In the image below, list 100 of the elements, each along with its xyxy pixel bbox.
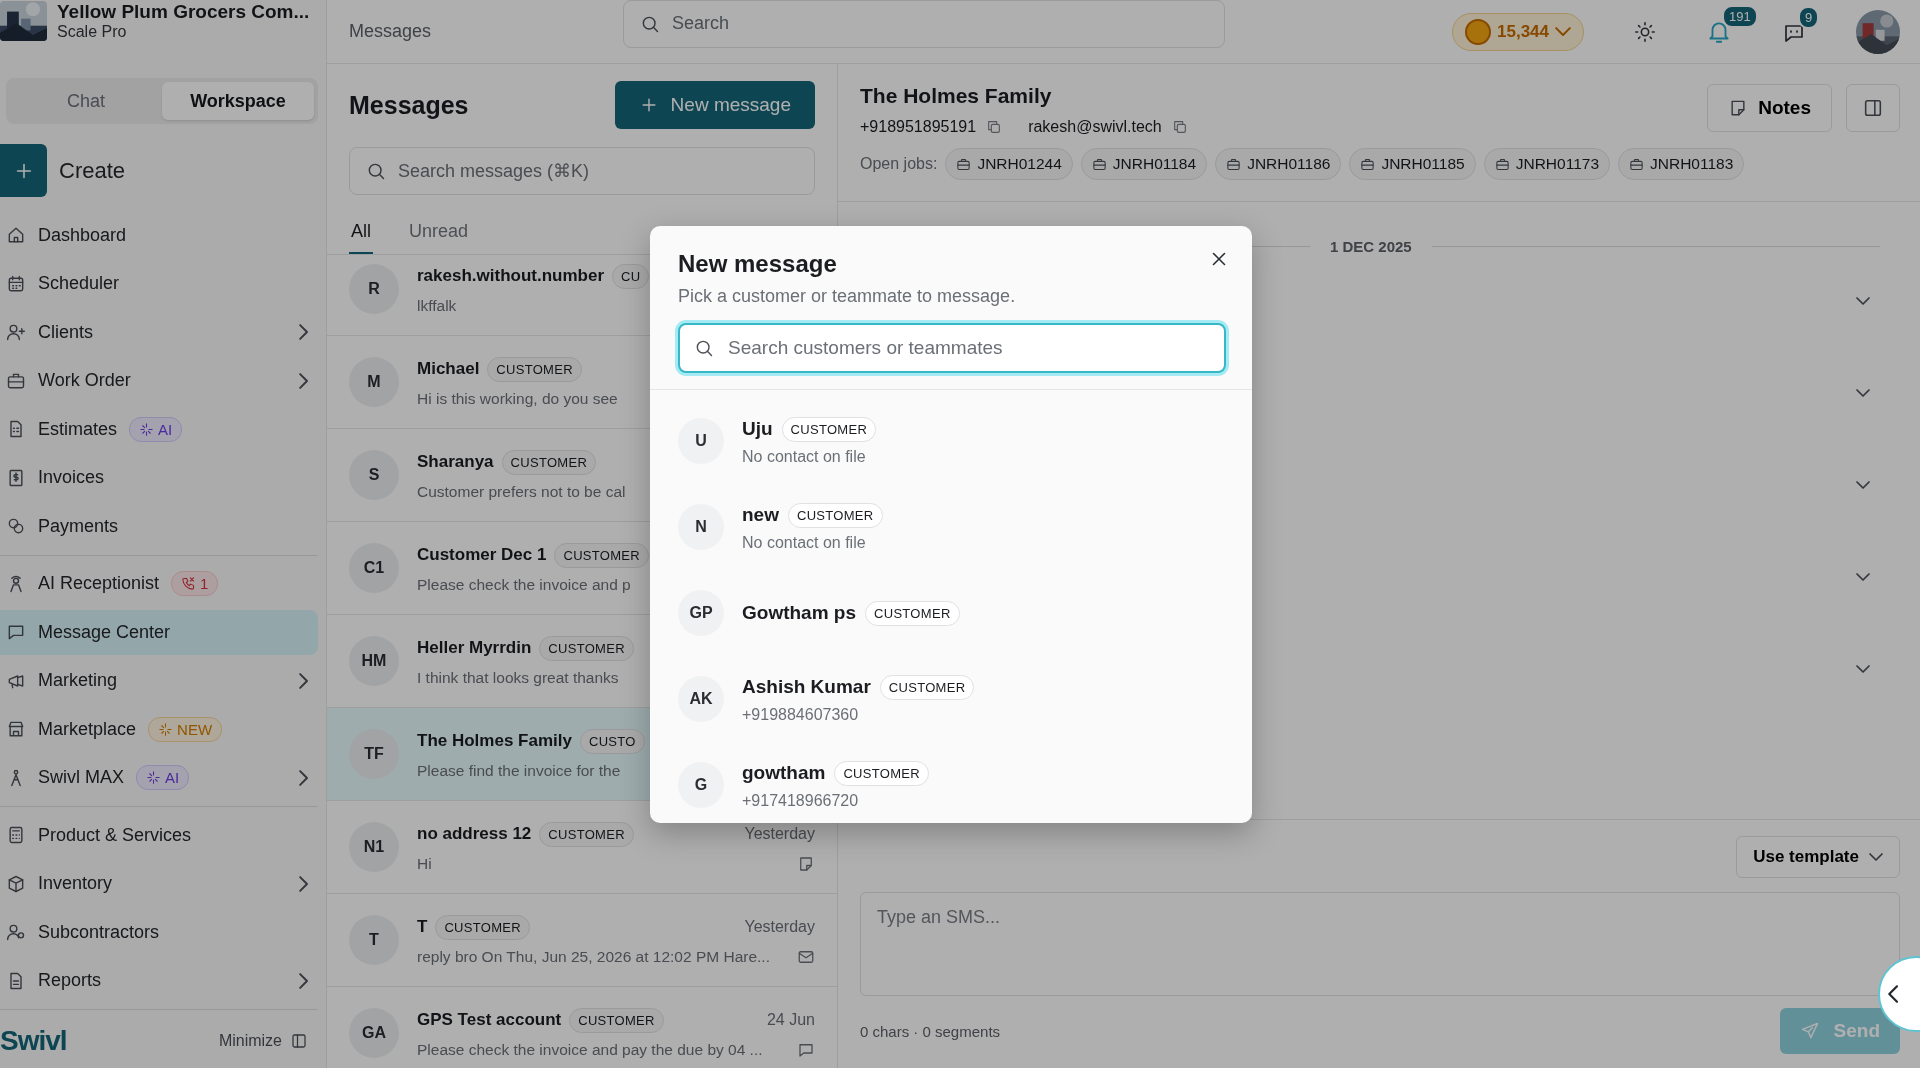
dollar-document-icon — [6, 467, 26, 488]
email-address: rakesh@swivl.tech — [1028, 118, 1162, 136]
message-preview: Hi is this working, do you see — [417, 389, 618, 408]
job-chip[interactable]: JNRH01173 — [1483, 148, 1610, 180]
search-field[interactable]: Search messages (⌘K) — [349, 147, 815, 195]
chevron-right-icon — [298, 769, 308, 786]
panel-toggle-button[interactable] — [1846, 84, 1900, 132]
customer-tag: CUSTOMER — [539, 821, 634, 847]
contact-name: Heller Myrrdin — [417, 638, 532, 658]
template-button[interactable]: Use template — [1736, 836, 1900, 878]
list-title: Messages — [349, 90, 469, 120]
calculator-icon — [6, 825, 26, 846]
job-chip[interactable]: JNRH01244 — [945, 148, 1073, 180]
message-preview: Please find the invoice for the — [417, 761, 621, 780]
customer-tag: CUSTOMER — [569, 1007, 664, 1033]
phone-icon — [181, 576, 197, 592]
avatar: G — [678, 762, 724, 808]
chevron-down-icon — [1856, 389, 1870, 397]
nav-item[interactable]: Swivl MAX AI — [0, 755, 318, 800]
message-preview: I think that looks great thanks — [417, 668, 619, 687]
note-icon — [797, 854, 815, 873]
nav-badge: 1 — [171, 571, 219, 597]
customer-tag: CU — [612, 263, 650, 289]
briefcase-icon — [1494, 156, 1510, 172]
customer-tag: CUSTOMER — [865, 600, 960, 626]
customer-tag: CUSTOMER — [435, 914, 530, 940]
copy-icon — [986, 119, 1003, 135]
filter-tab[interactable]: All — [349, 215, 373, 254]
nav-item[interactable]: Scheduler — [0, 261, 318, 306]
avatar: M — [349, 357, 399, 407]
chevron-down-icon — [1555, 26, 1571, 37]
nav-item[interactable]: Message Center — [0, 610, 318, 655]
theme-button[interactable] — [1634, 20, 1656, 43]
filter-tab[interactable]: Unread — [407, 215, 471, 254]
avatar: TF — [349, 729, 399, 779]
people-icon — [6, 922, 26, 943]
expand-button[interactable] — [1856, 389, 1870, 397]
job-chip[interactable]: JNRH01183 — [1618, 148, 1745, 180]
message-preview: Please check the invoice and p — [417, 575, 631, 594]
briefcase-icon — [956, 156, 972, 172]
search-field[interactable]: Search — [623, 0, 1225, 48]
mode-tab[interactable]: Chat — [10, 82, 162, 120]
contact-name: T — [417, 917, 428, 937]
expand-button[interactable] — [1856, 297, 1870, 305]
conversation-row[interactable]: T T CUSTOMER Yesterday reply bro On Thu, Jun 25, 2026 at 12:02 PM Hare... — [327, 894, 837, 987]
chevron-down-icon — [1856, 481, 1870, 489]
phone-number: +918951895191 — [860, 118, 977, 136]
conversation-row[interactable]: GA GPS Test account CUSTOMER 24 Jun Please check the invoice and pay the due by 04 ... — [327, 987, 837, 1068]
chevron-right-icon — [298, 372, 308, 389]
customer-tag: CUSTOMER — [781, 416, 877, 442]
chevron-right-icon — [298, 875, 308, 892]
nav-item[interactable]: Marketplace NEW — [0, 707, 318, 752]
customer-tag: CUSTOMER — [539, 635, 634, 661]
briefcase-icon — [1360, 156, 1376, 172]
avatar: C1 — [349, 543, 399, 593]
new-message-button[interactable]: New message — [614, 81, 815, 129]
create-button[interactable] — [0, 144, 47, 197]
contact-name: The Holmes Family — [417, 731, 572, 751]
message-time: Yesterday — [744, 825, 815, 843]
customer-tag: CUSTOMER — [501, 449, 597, 475]
minimize-button[interactable]: Minimize — [212, 1031, 314, 1051]
briefcase-icon — [1226, 156, 1242, 172]
send-icon — [1799, 1021, 1820, 1041]
mode-tab[interactable]: Workspace — [162, 82, 314, 120]
nav-item[interactable]: Payments — [0, 504, 318, 549]
chevron-left-icon — [1888, 985, 1899, 1003]
brand-logo: Swivl — [0, 1025, 67, 1057]
job-chip[interactable]: JNRH01186 — [1215, 148, 1342, 180]
nav-item[interactable]: Work Order — [0, 358, 318, 403]
copy-icon — [1171, 119, 1188, 135]
nav-item[interactable]: Reports — [0, 958, 318, 1003]
contact-name: Customer Dec 1 — [417, 545, 547, 565]
nav-item[interactable]: Product & Services — [0, 813, 318, 858]
message-time: 24 Jun — [766, 1011, 815, 1029]
search-icon — [366, 161, 386, 181]
expand-button[interactable] — [1856, 665, 1870, 673]
plan-name: Scale Pro — [57, 23, 128, 41]
expand-button[interactable] — [1856, 481, 1870, 489]
job-chip[interactable]: JNRH01185 — [1349, 148, 1476, 180]
dialog-subtitle: Pick a customer or teammate to message. — [678, 286, 1017, 307]
nav-item[interactable]: AI Receptionist 1 — [0, 561, 318, 606]
contact-name: no address 12 — [417, 824, 532, 844]
panel-icon — [1862, 97, 1884, 119]
nav-item[interactable]: Clients — [0, 310, 318, 355]
expand-button[interactable] — [1856, 573, 1870, 581]
search-field[interactable]: Search customers or teammates — [678, 323, 1226, 373]
nav-item[interactable]: Inventory — [0, 861, 318, 906]
nav-item[interactable]: Subcontractors — [0, 910, 318, 955]
nav-badge: AI — [136, 765, 190, 791]
nav-item[interactable]: Marketing — [0, 658, 318, 703]
contact-name: Sharanya — [417, 452, 494, 472]
nav-item[interactable]: Estimates AI — [0, 407, 318, 452]
sms-field[interactable]: Type an SMS... — [860, 892, 1900, 996]
nav-item[interactable]: Invoices — [0, 455, 318, 500]
create-label: Create — [59, 157, 126, 184]
nav-item[interactable]: Dashboard — [0, 213, 318, 258]
calendar-icon — [6, 273, 26, 294]
notes-button[interactable]: Notes — [1707, 84, 1832, 132]
contact-name: rakesh.without.number — [417, 266, 605, 286]
job-chip[interactable]: JNRH01184 — [1080, 148, 1208, 180]
